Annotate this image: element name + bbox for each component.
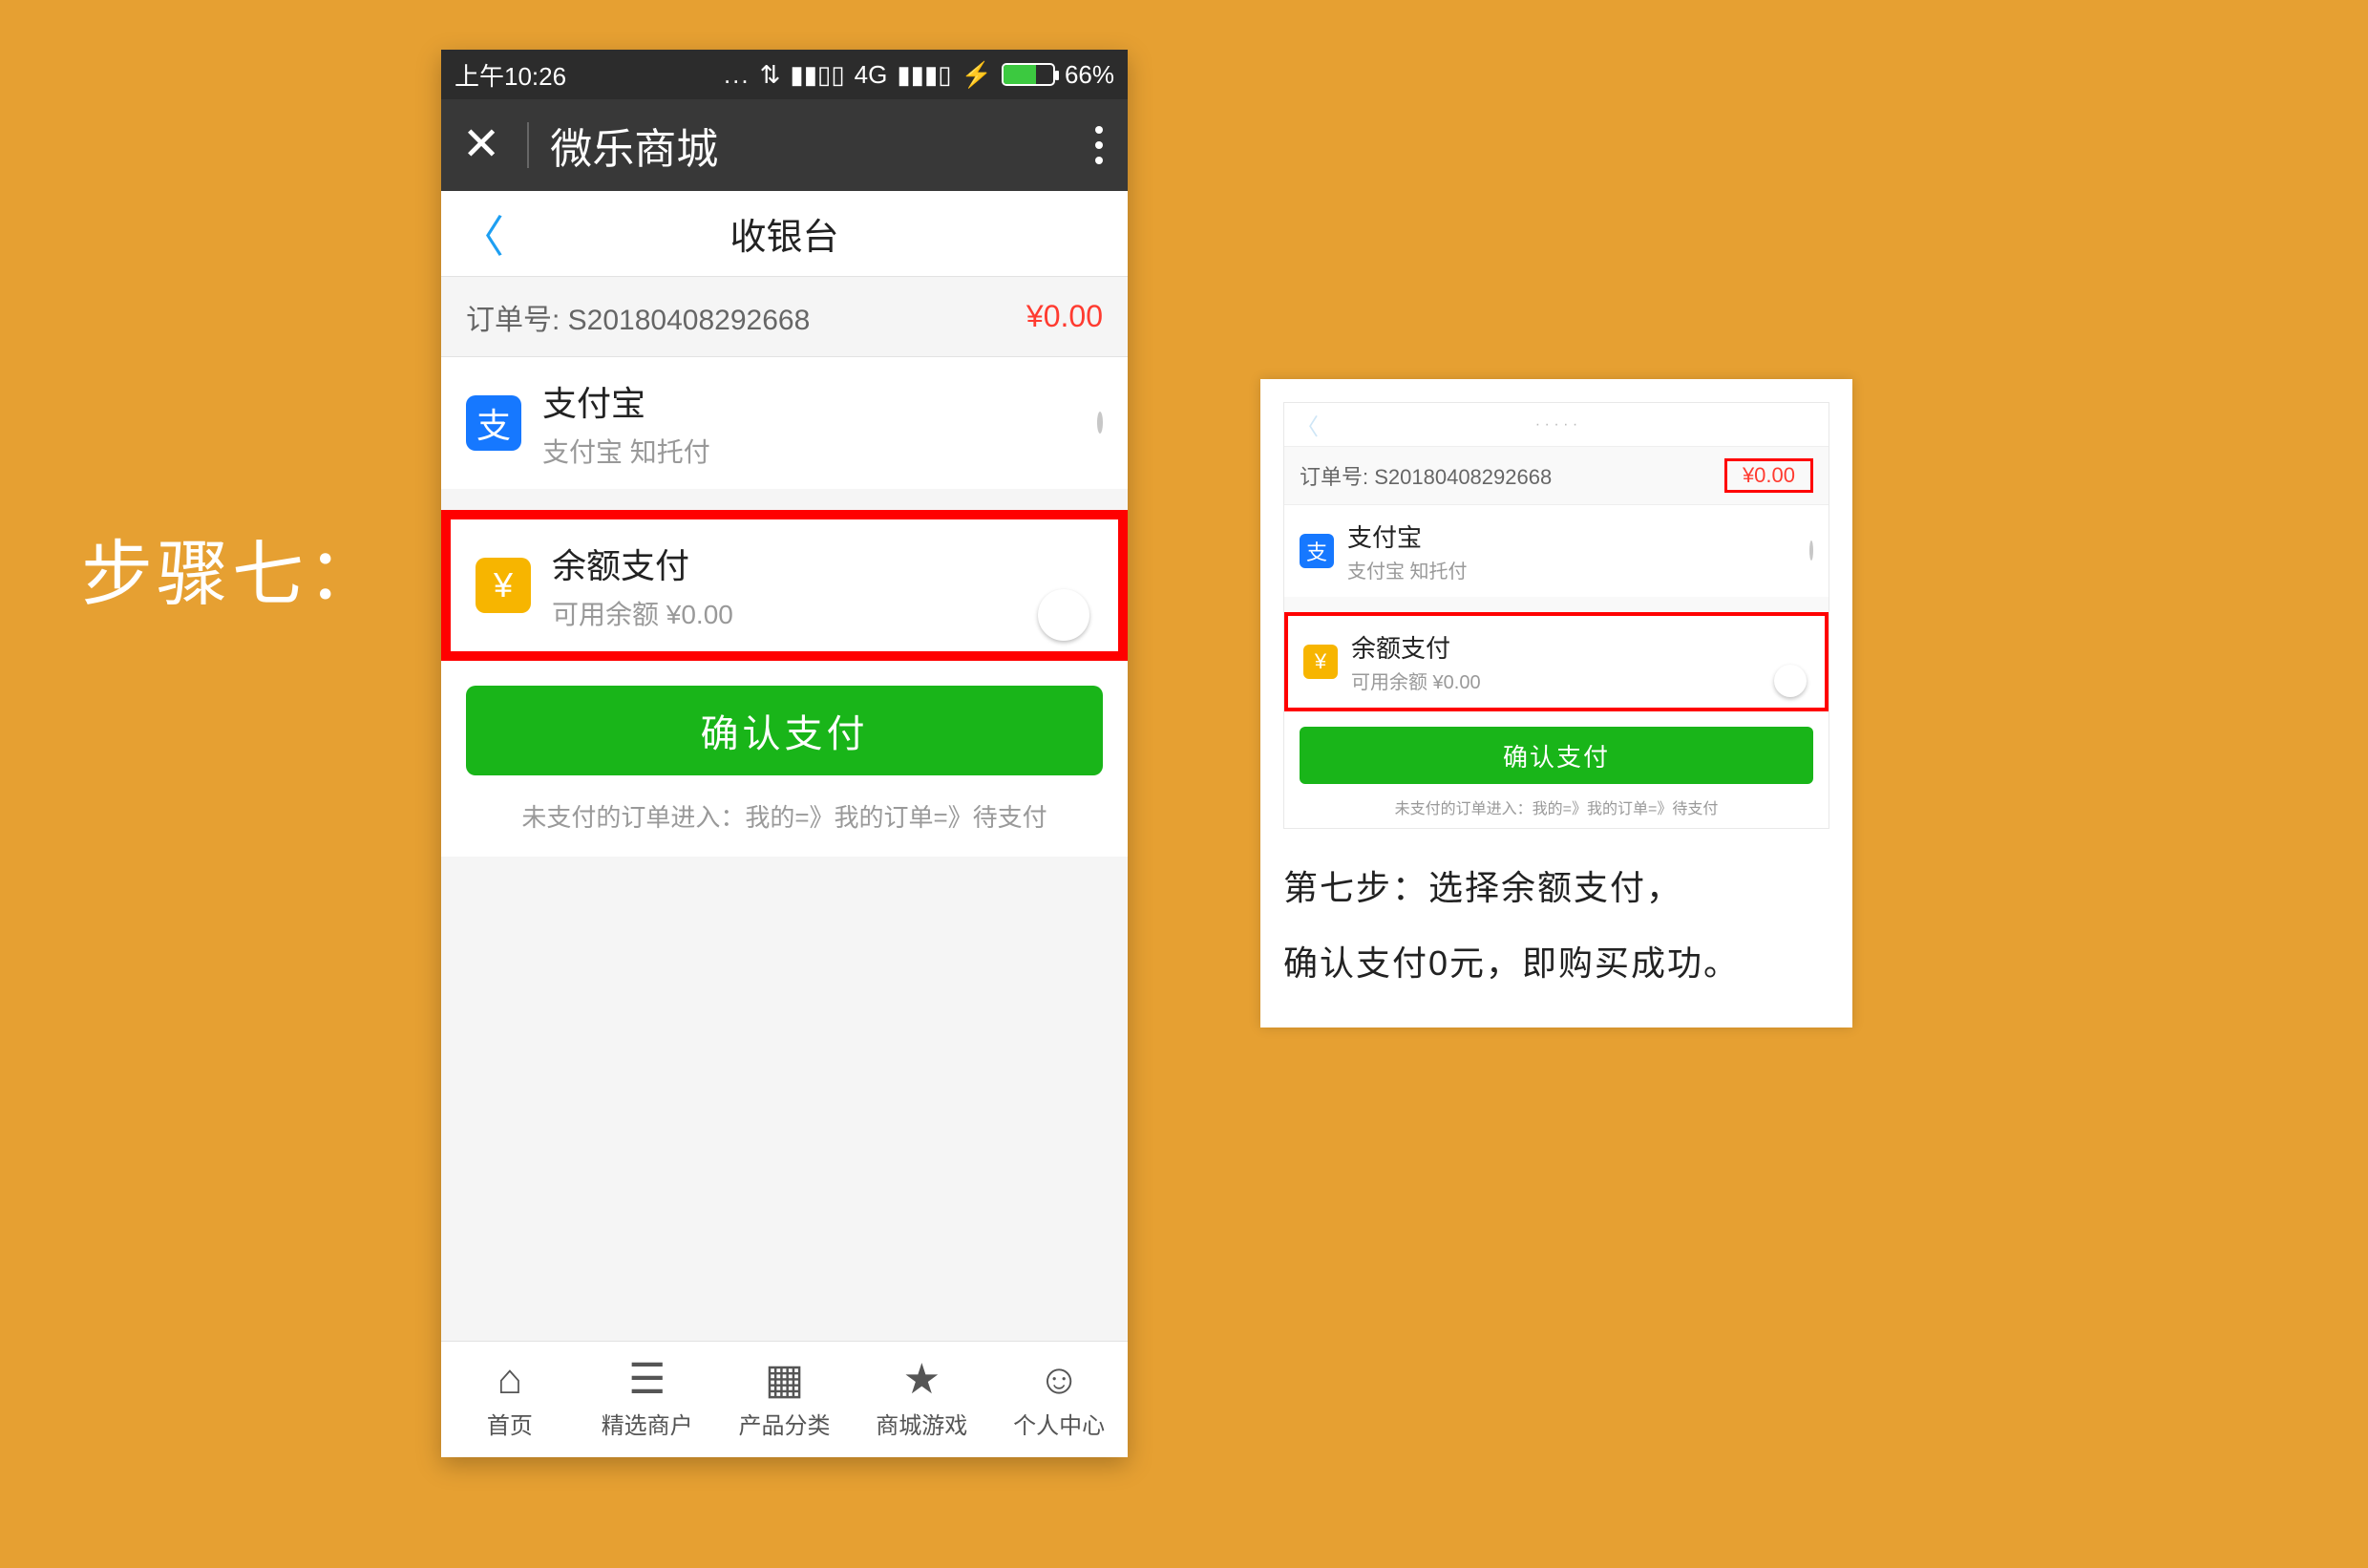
status-time: 上午10:26	[455, 57, 566, 93]
app-title: 微乐商城	[550, 115, 1082, 176]
charging-icon: ⚡	[962, 60, 992, 90]
grid-icon: ▦	[765, 1359, 805, 1401]
highlight-box-balance: ¥ 余额支付 可用余额 ¥0.00	[441, 510, 1128, 661]
inset-balance-sub: 可用余额 ¥0.00	[1351, 667, 1481, 694]
inset-header: 〈 · · · · ·	[1284, 403, 1829, 447]
updown-icon: ⇅	[760, 60, 781, 90]
tab-games[interactable]: ★ 商城游戏	[853, 1342, 990, 1457]
inset-balance-icon: ¥	[1303, 645, 1338, 679]
inset-caption-line2: 确认支付0元，即购买成功。	[1283, 925, 1829, 1001]
inset-back-icon: 〈	[1296, 408, 1319, 441]
tab-home[interactable]: ⌂ 首页	[441, 1342, 579, 1457]
close-icon[interactable]: ✕	[462, 122, 529, 168]
inset-caption-line1: 第七步：选择余额支付，	[1283, 850, 1829, 925]
order-label: 订单号: S20180408292668	[466, 296, 810, 338]
battery-icon	[1002, 63, 1055, 86]
inset-balance-title: 余额支付	[1351, 629, 1481, 665]
phone-frame: 上午10:26 ... ⇅ ▮▮▯▯ 4G ▮▮▮▯ ⚡ 66% ✕ 微乐商城 …	[441, 50, 1128, 1457]
signal-bars-icon: ▮▮▯▯	[790, 60, 844, 90]
body-filler	[441, 857, 1128, 1341]
more-icon[interactable]	[1082, 126, 1116, 164]
balance-icon: ¥	[476, 558, 531, 613]
inset-balance-row: ¥ 余额支付 可用余额 ¥0.00	[1288, 616, 1825, 708]
status-icons: ... ⇅ ▮▮▯▯ 4G ▮▮▮▯ ⚡ 66%	[724, 60, 1114, 90]
status-bar: 上午10:26 ... ⇅ ▮▮▯▯ 4G ▮▮▮▯ ⚡ 66%	[441, 50, 1128, 99]
tab-label: 个人中心	[1013, 1407, 1105, 1440]
page-header: 〈 收银台	[441, 191, 1128, 277]
tab-category[interactable]: ▦ 产品分类	[716, 1342, 854, 1457]
balance-title: 余额支付	[552, 539, 733, 588]
order-row: 订单号: S20180408292668 ¥0.00	[441, 277, 1128, 357]
star-icon: ★	[903, 1359, 941, 1401]
tab-label: 商城游戏	[876, 1407, 967, 1440]
shop-icon: ☰	[628, 1359, 666, 1401]
tab-bar: ⌂ 首页 ☰ 精选商户 ▦ 产品分类 ★ 商城游戏 ☺ 个人中心	[441, 1341, 1128, 1457]
back-icon[interactable]: 〈	[441, 202, 523, 265]
payment-option-alipay[interactable]: 支 支付宝 支付宝 知托付	[441, 357, 1128, 489]
confirm-pay-button[interactable]: 确认支付	[466, 686, 1103, 775]
inset-highlight-box: ¥ 余额支付 可用余额 ¥0.00	[1284, 612, 1829, 711]
inset-alipay-row: 支 支付宝 支付宝 知托付	[1284, 505, 1829, 597]
home-icon: ⌂	[497, 1359, 523, 1401]
payment-option-balance[interactable]: ¥ 余额支付 可用余额 ¥0.00	[451, 519, 1118, 651]
alipay-radio[interactable]	[1097, 412, 1103, 434]
page-title: 收银台	[441, 207, 1128, 260]
tab-label: 精选商户	[602, 1407, 693, 1440]
inset-phone: 〈 · · · · · 订单号: S20180408292668 ¥0.00 支…	[1283, 402, 1829, 829]
app-title-bar: ✕ 微乐商城	[441, 99, 1128, 191]
inset-alipay-sub: 支付宝 知托付	[1347, 556, 1468, 583]
alipay-subtitle: 支付宝 知托付	[542, 432, 710, 470]
inset-confirm-button: 确认支付	[1300, 727, 1813, 784]
inset-tip: 未支付的订单进入：我的=》我的订单=》待支付	[1284, 784, 1829, 828]
person-icon: ☺	[1038, 1359, 1081, 1401]
inset-alipay-icon: 支	[1300, 534, 1334, 568]
inset-alipay-title: 支付宝	[1347, 519, 1468, 554]
balance-subtitle: 可用余额 ¥0.00	[552, 594, 733, 632]
step-label: 步骤七：	[81, 516, 383, 620]
alipay-icon: 支	[466, 395, 521, 451]
alipay-title: 支付宝	[542, 376, 710, 426]
battery-pct: 66%	[1065, 60, 1114, 90]
tab-profile[interactable]: ☺ 个人中心	[990, 1342, 1128, 1457]
row-gap	[441, 489, 1128, 510]
inset-price-highlight: ¥0.00	[1724, 458, 1813, 493]
tab-merchants[interactable]: ☰ 精选商户	[579, 1342, 716, 1457]
order-price: ¥0.00	[1026, 299, 1103, 334]
tip-line: 未支付的订单进入：我的=》我的订单=》待支付	[441, 775, 1128, 857]
network-label: 4G	[855, 60, 888, 90]
tab-label: 首页	[487, 1407, 533, 1440]
inset-card: 〈 · · · · · 订单号: S20180408292668 ¥0.00 支…	[1260, 379, 1852, 1028]
inset-order-row: 订单号: S20180408292668 ¥0.00	[1284, 447, 1829, 505]
signal-bars2-icon: ▮▮▮▯	[897, 60, 951, 90]
signal-dots-icon: ...	[724, 60, 751, 90]
tab-label: 产品分类	[738, 1407, 830, 1440]
inset-alipay-radio	[1809, 540, 1813, 561]
